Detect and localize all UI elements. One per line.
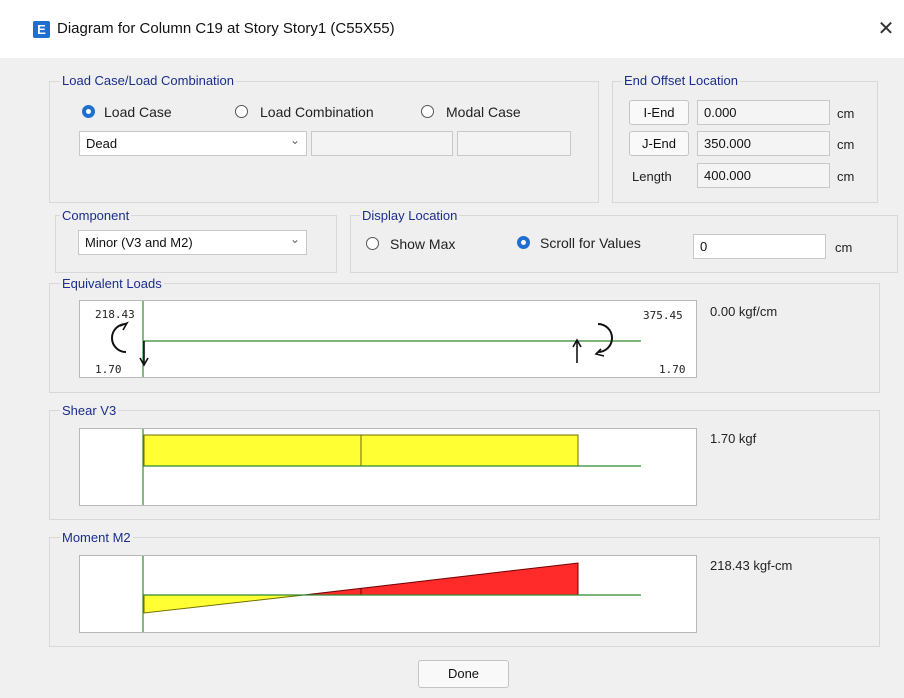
scroll-value-input[interactable]: 0 <box>693 234 826 259</box>
load-case-extra-field-2 <box>457 131 571 156</box>
component-group-label: Component <box>60 208 132 223</box>
equivalent-loads-value: 0.00 kgf/cm <box>710 304 778 319</box>
radio-load-case[interactable] <box>82 105 95 118</box>
load-case-select-value: Dead <box>86 136 118 151</box>
equivalent-loads-svg <box>111 301 641 377</box>
right-moment-arc-icon <box>597 323 613 353</box>
load-case-select[interactable]: Dead ⌄ <box>79 131 307 156</box>
shear-label: Shear V3 <box>60 403 119 418</box>
app-icon: E <box>33 21 50 38</box>
moment-value: 218.43 kgf-cm <box>710 558 793 573</box>
i-end-button[interactable]: I-End <box>629 100 689 125</box>
radio-show-max[interactable] <box>366 237 379 250</box>
j-end-field: 350.000 <box>697 131 830 156</box>
left-force-value: 1.70 <box>95 363 122 376</box>
radio-scroll-for-values[interactable] <box>517 236 530 249</box>
close-button[interactable]: ✕ <box>872 15 900 43</box>
display-location-group-label: Display Location <box>360 208 460 223</box>
shear-value: 1.70 kgf <box>710 431 757 446</box>
done-button[interactable]: Done <box>418 660 509 688</box>
window-title: Diagram for Column C19 at Story Story1 (… <box>57 20 395 37</box>
chevron-down-icon: ⌄ <box>289 133 300 147</box>
length-label: Length <box>632 169 672 184</box>
j-end-button[interactable]: J-End <box>629 131 689 156</box>
radio-load-combination[interactable] <box>235 105 248 118</box>
shear-plot <box>79 428 697 506</box>
equivalent-loads-label: Equivalent Loads <box>60 276 164 291</box>
moment-positive-fill <box>303 562 579 596</box>
j-end-unit: cm <box>837 137 855 152</box>
moment-negative-fill <box>143 594 305 614</box>
radio-show-max-label: Show Max <box>390 236 456 252</box>
diagram-dialog: E Diagram for Column C19 at Story Story1… <box>0 0 904 698</box>
end-offset-group-label: End Offset Location <box>622 73 740 88</box>
radio-load-case-label: Load Case <box>104 104 172 120</box>
radio-load-combination-label: Load Combination <box>260 104 374 120</box>
i-end-field: 0.000 <box>697 100 830 125</box>
shear-svg <box>142 429 641 505</box>
radio-scroll-for-values-label: Scroll for Values <box>540 235 641 251</box>
length-unit: cm <box>837 169 855 184</box>
moment-plot <box>79 555 697 633</box>
component-select[interactable]: Minor (V3 and M2) ⌄ <box>78 230 307 255</box>
right-force-value: 1.70 <box>659 363 686 376</box>
load-case-extra-field-1 <box>311 131 453 156</box>
load-case-group-label: Load Case/Load Combination <box>60 73 237 88</box>
equivalent-loads-plot: 218.43 375.45 1.70 1.70 <box>79 300 697 378</box>
scroll-value-unit: cm <box>835 240 853 255</box>
moment-svg <box>142 556 641 632</box>
radio-modal-case[interactable] <box>421 105 434 118</box>
right-moment-value: 375.45 <box>643 309 683 322</box>
component-select-value: Minor (V3 and M2) <box>85 235 193 250</box>
i-end-unit: cm <box>837 106 855 121</box>
chevron-down-icon: ⌄ <box>289 232 300 246</box>
length-field: 400.000 <box>697 163 830 188</box>
left-moment-value: 218.43 <box>95 308 135 321</box>
title-bar: E Diagram for Column C19 at Story Story1… <box>0 0 904 58</box>
radio-modal-case-label: Modal Case <box>446 104 521 120</box>
moment-label: Moment M2 <box>60 530 133 545</box>
